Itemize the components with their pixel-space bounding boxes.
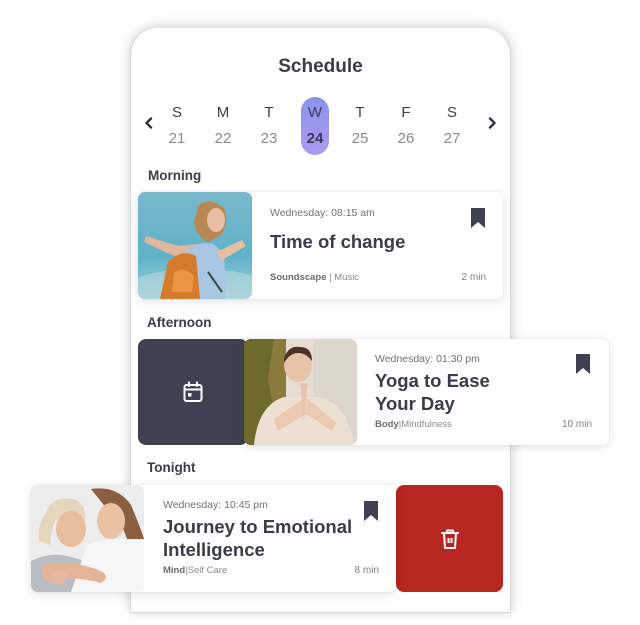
day-number: 24 [306, 130, 324, 147]
trash-icon [440, 529, 459, 549]
woman-backpack-photo [138, 192, 252, 299]
bookmark-button[interactable] [363, 500, 379, 522]
chevron-right-icon [488, 117, 496, 129]
session-time: Wednesday: 08:15 am [270, 207, 375, 219]
schedule-card-afternoon[interactable]: Wednesday: 01:30 pm Yoga to Ease Your Da… [244, 339, 609, 445]
day-friday-26[interactable]: F 26 [392, 97, 420, 155]
add-to-calendar-button[interactable] [138, 339, 248, 445]
day-letter: T [264, 104, 274, 121]
bookmark-icon [364, 501, 378, 521]
week-day-picker: S 21 M 22 T 23 W 24 T 25 F 26 S 27 [163, 97, 483, 155]
day-monday-22[interactable]: M 22 [209, 97, 237, 155]
day-number: 25 [351, 130, 369, 147]
mother-daughter-photo [31, 485, 144, 592]
day-number: 22 [214, 130, 232, 147]
section-label-morning: Morning [148, 168, 202, 183]
bookmark-icon [471, 208, 485, 228]
session-title-line-1: Yoga to Ease [375, 370, 490, 391]
next-week-button[interactable] [485, 116, 499, 130]
session-title-line-2: Your Day [375, 393, 455, 414]
schedule-card-morning[interactable]: Wednesday: 08:15 am Time of change Sound… [138, 192, 503, 299]
session-subcategory: Mindfulness [401, 419, 452, 430]
session-title-line-2: Intelligence [163, 539, 265, 560]
session-subcategory: Self Care [187, 565, 228, 576]
session-subcategory: Music [334, 272, 360, 283]
chevron-left-icon [144, 117, 152, 129]
day-letter: M [216, 104, 230, 121]
session-category: Body [375, 419, 399, 430]
day-letter: S [446, 104, 457, 121]
session-time: Wednesday: 10:45 pm [163, 499, 268, 511]
day-number: 23 [260, 130, 278, 147]
session-title-line-1: Journey to Emotional [163, 516, 353, 537]
schedule-card-tonight[interactable]: Wednesday: 10:45 pm Journey to Emotional… [31, 485, 396, 592]
page-title: Schedule [278, 56, 363, 77]
section-label-afternoon: Afternoon [147, 315, 212, 330]
session-title: Yoga to Ease Your Day [375, 369, 490, 415]
day-number: 27 [443, 130, 461, 147]
day-letter: F [401, 104, 411, 121]
session-tags: Body|Mindfulness [375, 419, 452, 430]
session-category: Mind [163, 565, 186, 576]
section-label-tonight: Tonight [147, 460, 196, 475]
separator: | [329, 272, 332, 283]
session-tags: Mind|Self Care [163, 565, 227, 576]
day-letter: S [171, 104, 182, 121]
woman-yoga-photo [244, 339, 357, 445]
session-title: Journey to Emotional Intelligence [163, 515, 352, 561]
session-time: Wednesday: 01:30 pm [375, 353, 480, 365]
delete-session-button[interactable] [396, 485, 503, 592]
session-duration: 8 min [354, 565, 379, 576]
day-sunday-21[interactable]: S 21 [163, 97, 191, 155]
session-category: Soundscape [270, 272, 327, 283]
day-letter: W [307, 104, 323, 121]
day-tuesday-23[interactable]: T 23 [255, 97, 283, 155]
session-title: Time of change [270, 231, 406, 252]
bookmark-button[interactable] [575, 353, 591, 375]
bookmark-button[interactable] [470, 207, 486, 229]
day-number: 26 [397, 130, 415, 147]
session-thumbnail [31, 485, 144, 592]
day-letter: T [355, 104, 365, 121]
calendar-icon [183, 381, 203, 402]
session-duration: 2 min [461, 272, 486, 283]
day-thursday-25[interactable]: T 25 [346, 97, 374, 155]
session-duration: 10 min [561, 419, 592, 430]
day-wednesday-24-selected[interactable]: W 24 [301, 97, 329, 155]
bookmark-icon [576, 354, 590, 374]
prev-week-button[interactable] [141, 116, 155, 130]
session-thumbnail [244, 339, 357, 445]
day-number: 21 [168, 130, 186, 147]
session-thumbnail [138, 192, 252, 299]
session-tags: Soundscape | Music [270, 272, 359, 283]
day-saturday-27[interactable]: S 27 [438, 97, 466, 155]
